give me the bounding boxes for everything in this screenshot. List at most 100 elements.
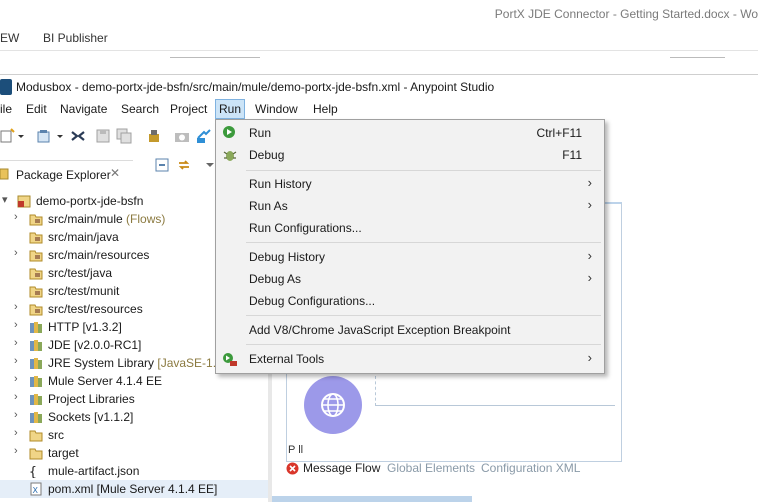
tree-item-text: Mule Server 4.1.4 EE — [48, 374, 163, 388]
tree-item[interactable]: Xpom.xml [Mule Server 4.1.4 EE] — [0, 480, 268, 498]
node-label: P ll — [288, 444, 304, 456]
menu-file[interactable]: ile — [0, 102, 12, 116]
tree-item-text: src/main/java — [48, 230, 119, 244]
menu-edit[interactable]: Edit — [26, 102, 47, 116]
menu-window[interactable]: Window — [255, 102, 298, 116]
anypoint-studio-icon — [0, 79, 12, 95]
tree-item-text: src/test/resources — [48, 302, 143, 316]
project-icon — [17, 195, 31, 208]
chevron-down-icon[interactable] — [56, 128, 64, 144]
word-document-area — [0, 50, 758, 74]
tree-item[interactable]: › target — [0, 444, 268, 462]
chevron-down-icon[interactable] — [17, 128, 25, 144]
tab-global-elements[interactable]: Global Elements — [387, 461, 475, 475]
menu-search[interactable]: Search — [121, 102, 159, 116]
new-project-icon[interactable] — [36, 128, 52, 144]
menu-item-label: Add V8/Chrome JavaScript Exception Break… — [249, 323, 511, 337]
tree-item-text: Sockets [v1.1.2] — [48, 410, 134, 424]
tree-item-text: demo-portx-jde-bsfn — [36, 194, 144, 208]
chevron-right-icon[interactable]: › — [14, 337, 24, 349]
menu-item-shortcut: Ctrl+F11 — [536, 126, 582, 140]
menu-item-run[interactable]: Run Ctrl+F11 — [216, 122, 604, 144]
tree-item[interactable]: { } mule-artifact.json — [0, 462, 268, 480]
menu-bar: ile Edit Navigate Search Project Run Win… — [0, 98, 758, 120]
chevron-right-icon[interactable]: › — [14, 319, 24, 331]
menu-run[interactable]: Run — [215, 99, 246, 119]
source-folder-icon — [29, 304, 43, 316]
link-with-editor-icon[interactable] — [177, 158, 191, 172]
xml-file-icon: X — [30, 482, 42, 496]
menu-item-debug-history[interactable]: Debug History › — [216, 246, 604, 268]
package-explorer-tab[interactable]: Package Explorer ✕ — [0, 160, 133, 186]
svg-text:X: X — [33, 486, 39, 495]
package-explorer-title: Package Explorer — [16, 168, 111, 182]
save-all-icon[interactable] — [116, 128, 132, 144]
chevron-right-icon[interactable]: › — [14, 391, 24, 403]
library-icon — [30, 412, 42, 423]
chevron-right-icon[interactable]: › — [14, 355, 24, 367]
chevron-right-icon[interactable]: › — [14, 373, 24, 385]
chevron-right-icon[interactable]: › — [14, 247, 24, 259]
export-icon[interactable] — [196, 128, 212, 144]
tree-item-text: src/test/java — [48, 266, 113, 280]
menu-item-run-as[interactable]: Run As › — [216, 195, 604, 217]
tree-item[interactable]: › src — [0, 426, 268, 444]
menu-item-label: Debug Configurations... — [249, 294, 376, 308]
tree-item-text: pom.xml [Mule Server 4.1.4 EE] — [48, 482, 218, 496]
tree-item-label: pom.xml [Mule Server 4.1.4 EE] — [48, 482, 217, 496]
word-ribbon-tab-bi-publisher[interactable]: BI Publisher — [43, 31, 108, 45]
camera-icon[interactable] — [174, 128, 190, 144]
source-folder-icon — [29, 232, 43, 244]
menu-item-run-history[interactable]: Run History › — [216, 173, 604, 195]
tree-item-label: src — [48, 428, 64, 442]
tree-item[interactable]: › Mule Server 4.1.4 EE — [0, 372, 268, 390]
source-folder-icon — [29, 214, 43, 226]
mule-logo-icon[interactable] — [70, 128, 86, 144]
menu-help[interactable]: Help — [313, 102, 338, 116]
tab-message-flow[interactable]: Message Flow — [303, 461, 380, 475]
menu-item-label: Debug History — [249, 250, 326, 264]
tree-item-text: HTTP [v1.3.2] — [48, 320, 122, 334]
menu-item-debug-as[interactable]: Debug As › — [216, 268, 604, 290]
chevron-right-icon[interactable]: › — [14, 211, 24, 223]
close-icon[interactable]: ✕ — [110, 166, 120, 180]
menu-item-debug[interactable]: Debug F11 — [216, 144, 604, 166]
tree-item-label: src/main/mule (Flows) — [48, 212, 165, 226]
chevron-right-icon[interactable]: › — [14, 301, 24, 313]
tree-item-label: HTTP [v1.3.2] — [48, 320, 122, 334]
menu-item-add-exception-breakpoint[interactable]: Add V8/Chrome JavaScript Exception Break… — [216, 319, 604, 341]
chevron-down-icon[interactable]: ▾ — [2, 193, 12, 206]
deploy-icon[interactable] — [146, 128, 162, 144]
studio-title-bar: Modusbox - demo-portx-jde-bsfn/src/main/… — [0, 74, 758, 98]
chevron-right-icon[interactable]: › — [14, 409, 24, 421]
http-listener-node[interactable] — [304, 376, 362, 434]
menu-item-run-configurations[interactable]: Run Configurations... — [216, 217, 604, 239]
tree-item-text: src — [48, 428, 64, 442]
menu-separator — [246, 344, 601, 345]
library-icon — [30, 358, 42, 369]
word-ribbon-tab-view[interactable]: EW — [0, 31, 19, 45]
tree-item[interactable]: › Project Libraries — [0, 390, 268, 408]
globe-icon — [321, 393, 345, 417]
menu-item-label: Run History — [249, 177, 312, 191]
tree-item-text: src/main/resources — [48, 248, 150, 262]
chevron-right-icon: › — [587, 248, 592, 263]
tree-item-label: JDE [v2.0.0-RC1] — [48, 338, 141, 352]
external-tools-icon — [223, 353, 237, 366]
source-folder-icon — [29, 268, 43, 280]
chevron-right-icon[interactable]: › — [14, 445, 24, 457]
menu-project[interactable]: Project — [170, 102, 207, 116]
chevron-right-icon: › — [587, 270, 592, 285]
menu-navigate[interactable]: Navigate — [60, 102, 107, 116]
save-icon[interactable] — [95, 128, 111, 144]
chevron-right-icon[interactable]: › — [14, 427, 24, 439]
menu-item-external-tools[interactable]: External Tools › — [216, 348, 604, 370]
view-menu-icon[interactable] — [205, 160, 215, 170]
tree-item[interactable]: › Sockets [v1.1.2] — [0, 408, 268, 426]
menu-item-debug-configurations[interactable]: Debug Configurations... — [216, 290, 604, 312]
chevron-right-icon: › — [587, 175, 592, 190]
word-ribbon: EW BI Publisher — [0, 28, 758, 50]
collapse-all-icon[interactable] — [155, 158, 169, 172]
tab-configuration-xml[interactable]: Configuration XML — [481, 461, 580, 475]
new-icon[interactable] — [0, 128, 16, 144]
